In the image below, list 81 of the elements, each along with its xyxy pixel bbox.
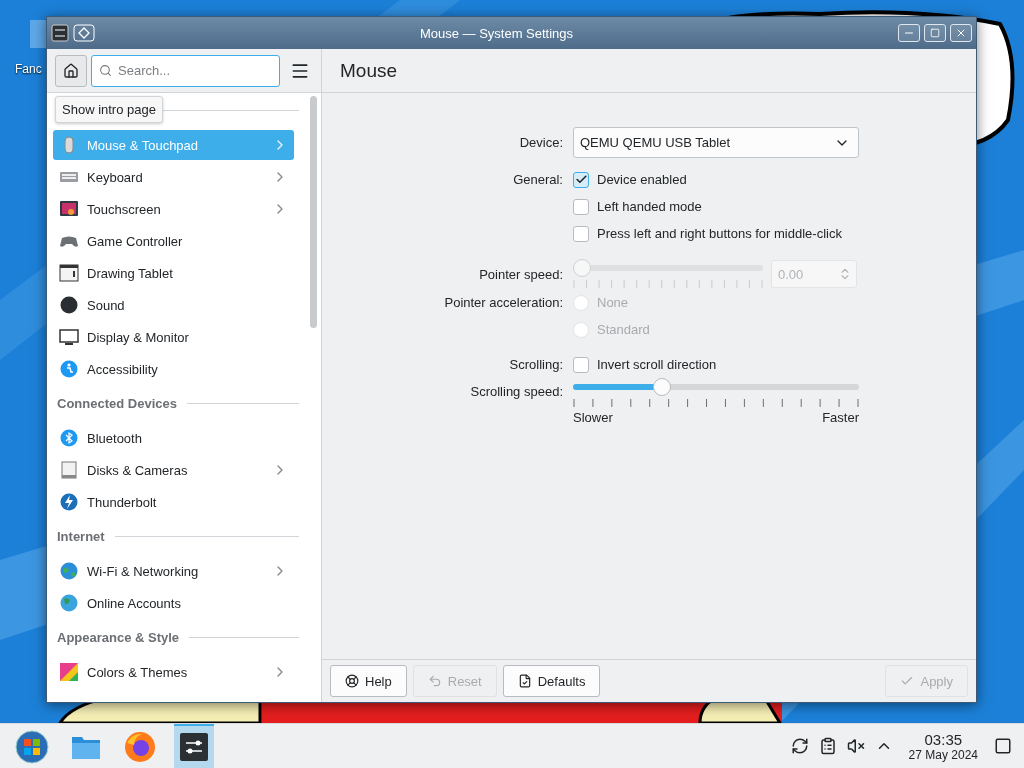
window-title: Mouse — System Settings <box>418 25 575 41</box>
clock-time: 03:35 <box>924 730 963 748</box>
close-button[interactable] <box>950 24 972 42</box>
checkbox-label: Device enabled <box>597 172 687 187</box>
sidebar-item[interactable]: Keyboard <box>53 162 294 192</box>
monitor-icon <box>59 327 79 347</box>
taskbar-app[interactable] <box>174 724 214 768</box>
maximize-icon <box>930 28 940 38</box>
undo-icon <box>427 674 442 688</box>
sidebar-item[interactable]: Colors & Themes <box>53 657 294 687</box>
section-heading: Internet <box>57 529 105 544</box>
radio-label: Standard <box>597 322 650 337</box>
show-desktop-icon[interactable] <box>994 737 1012 755</box>
check-icon <box>900 674 915 688</box>
slider-handle[interactable] <box>653 378 672 396</box>
search-icon <box>99 63 112 77</box>
accessibility-icon <box>59 359 79 379</box>
field-label: Pointer speed: <box>479 265 563 284</box>
sidebar-item[interactable]: Sound <box>53 290 294 320</box>
pin-icon[interactable] <box>73 24 95 42</box>
slider-max-label: Faster <box>822 410 859 425</box>
sidebar-item[interactable]: Thunderbolt <box>53 487 294 517</box>
checkbox-label: Left handed mode <box>597 199 702 214</box>
slider-track[interactable] <box>573 378 859 396</box>
checkbox[interactable] <box>573 225 589 242</box>
field-label: Device: <box>519 134 563 152</box>
home-button[interactable] <box>55 54 87 87</box>
field-label: General: <box>513 171 563 189</box>
browser-icon <box>124 731 156 763</box>
lightning-icon <box>59 492 79 512</box>
settings-icon <box>179 732 209 762</box>
sidebar-item[interactable]: Display & Monitor <box>53 322 294 352</box>
checkbox[interactable] <box>573 356 589 373</box>
maximize-button[interactable] <box>924 24 946 42</box>
touchscreen-icon <box>59 199 79 219</box>
close-icon <box>955 27 967 39</box>
clipboard-icon[interactable] <box>818 737 837 755</box>
sidebar-item[interactable]: Bluetooth <box>53 423 294 453</box>
minimize-button[interactable] <box>898 24 920 42</box>
clock-date: 27 May 2024 <box>908 747 978 762</box>
sidebar-item[interactable]: Wi-Fi & Networking <box>53 556 294 586</box>
sidebar-item[interactable]: Online Accounts <box>53 588 294 618</box>
page-title: Mouse <box>339 59 398 82</box>
tablet-icon <box>59 263 79 283</box>
start-icon <box>15 730 49 764</box>
section-heading: Appearance & Style <box>57 630 180 645</box>
slider-min-label: Slower <box>573 410 613 425</box>
section-heading: Connected Devices <box>57 396 177 411</box>
radio-label: None <box>597 295 629 310</box>
scrollbar-thumb[interactable] <box>310 96 317 328</box>
help-button[interactable]: Help <box>330 665 407 697</box>
device-dropdown[interactable]: QEMU QEMU USB Tablet <box>573 127 859 158</box>
sidebar-item[interactable]: Drawing Tablet <box>53 258 294 288</box>
home-icon <box>63 62 79 79</box>
checkbox[interactable] <box>573 198 589 215</box>
checkbox[interactable] <box>573 171 589 188</box>
checkbox-label: Invert scroll direction <box>597 357 717 372</box>
field-label: Scrolling speed: <box>470 383 563 401</box>
palette-icon <box>59 662 79 682</box>
mute-icon[interactable] <box>846 737 865 755</box>
field-label: Scrolling: <box>509 356 563 374</box>
tooltip: Show intro page <box>55 96 163 123</box>
window-menu-icon[interactable] <box>51 24 69 42</box>
globe-icon <box>59 561 79 581</box>
sidebar-item[interactable]: Disks & Cameras <box>53 455 294 485</box>
field-label: Pointer acceleration: <box>444 294 563 312</box>
lifebuoy-icon <box>345 674 359 688</box>
defaults-button[interactable]: Defaults <box>502 665 601 697</box>
sidebar-item[interactable]: Game Controller <box>53 226 294 256</box>
speaker-icon <box>59 295 79 315</box>
search-field[interactable]: Search... <box>91 54 280 87</box>
clock[interactable]: 03:35 27 May 2024 <box>902 730 984 762</box>
sidebar-item[interactable]: Accessibility <box>53 354 294 384</box>
checkbox-label: Press left and right buttons for middle-click <box>597 226 842 241</box>
update-icon[interactable] <box>790 737 809 755</box>
document-icon <box>517 674 532 688</box>
bluetooth-icon <box>59 428 79 448</box>
sidebar-item[interactable]: Touchscreen <box>53 194 294 224</box>
folder-icon <box>71 734 101 760</box>
globe-icon <box>59 593 79 613</box>
desktop-icon-label[interactable]: Fanc <box>15 62 42 76</box>
